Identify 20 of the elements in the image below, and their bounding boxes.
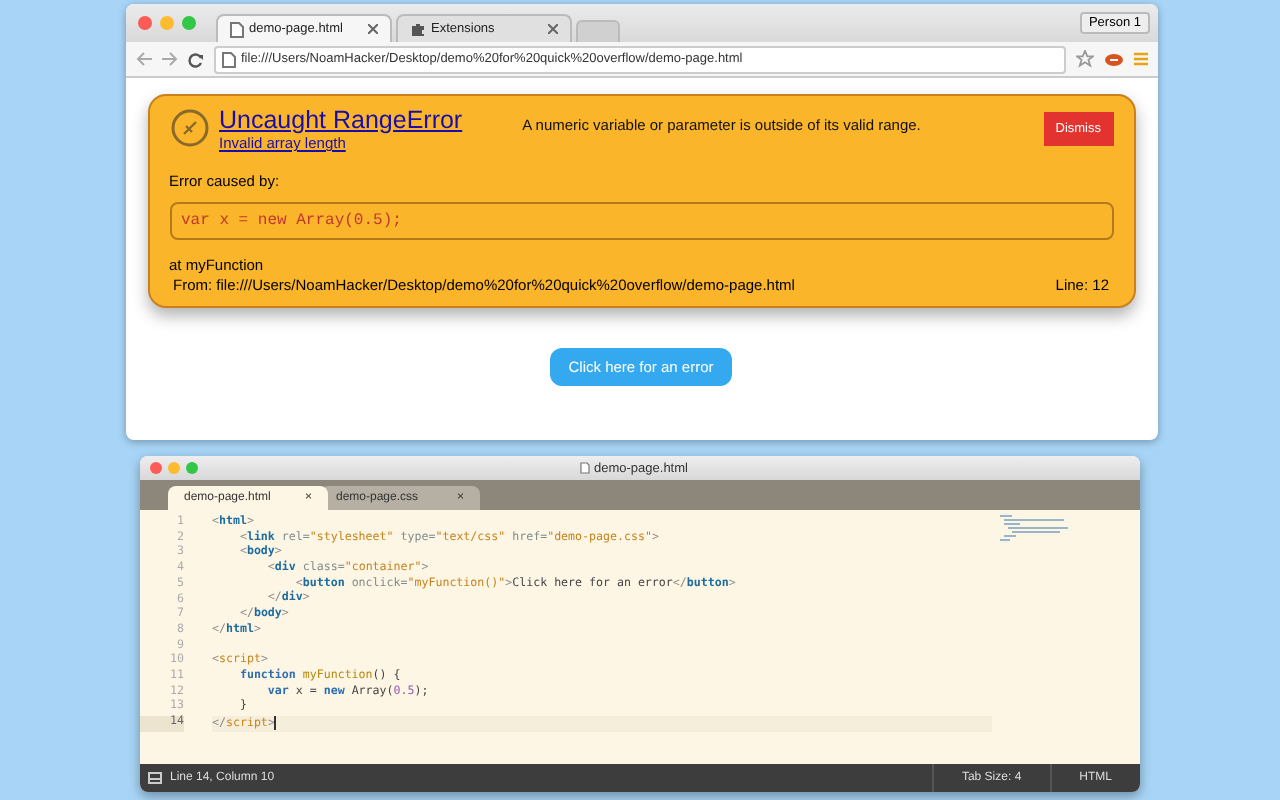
minimize-window-icon[interactable] — [159, 16, 173, 30]
star-icon[interactable] — [1075, 50, 1093, 68]
panel-toggle-icon[interactable] — [148, 772, 162, 784]
close-window-icon[interactable] — [150, 462, 162, 474]
text-cursor — [274, 715, 277, 730]
forward-icon[interactable] — [161, 52, 177, 66]
close-icon[interactable] — [547, 24, 557, 34]
menu-icon[interactable] — [1133, 52, 1147, 66]
zoom-window-icon[interactable] — [181, 16, 195, 30]
close-window-icon[interactable] — [137, 16, 151, 30]
zoom-window-icon[interactable] — [186, 462, 198, 474]
error-title-link[interactable]: Uncaught RangeError — [219, 108, 463, 134]
reload-icon[interactable] — [187, 51, 203, 67]
back-icon[interactable] — [135, 52, 151, 66]
file-icon — [580, 462, 590, 474]
new-tab-button[interactable] — [575, 20, 619, 42]
puzzle-icon — [409, 21, 425, 37]
close-icon[interactable] — [367, 24, 377, 34]
code-snippet: var x = new Array(0.5); — [169, 202, 1113, 240]
minimize-window-icon[interactable] — [168, 462, 180, 474]
